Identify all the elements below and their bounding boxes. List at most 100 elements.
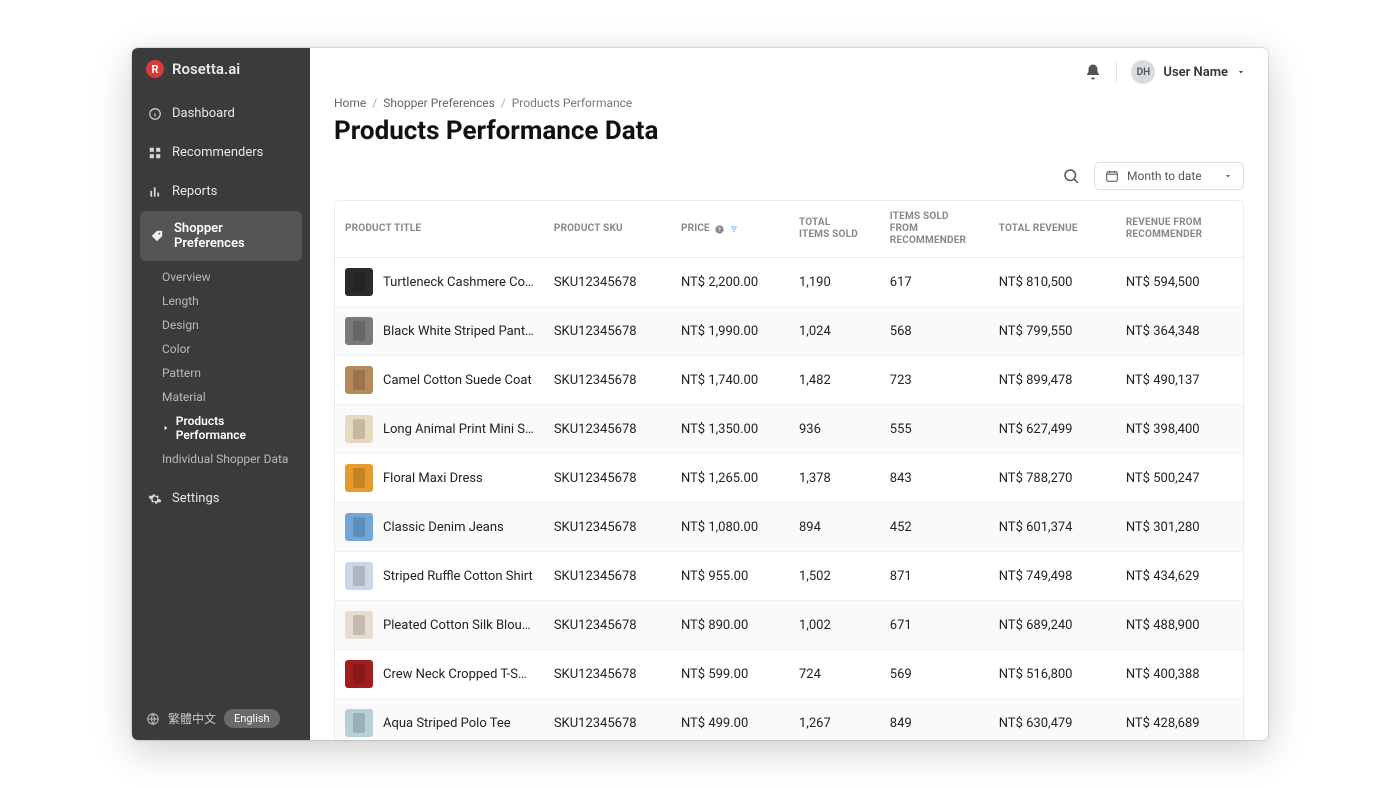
items-sold-recommender: 849 xyxy=(880,699,989,741)
subnav-item-material[interactable]: Material xyxy=(132,385,310,409)
subnav-item-length[interactable]: Length xyxy=(132,289,310,313)
product-thumb xyxy=(345,611,373,639)
subnav-item-overview[interactable]: Overview xyxy=(132,265,310,289)
table-row[interactable]: Long Animal Print Mini Sk… SKU12345678 N… xyxy=(335,405,1243,454)
product-title: Long Animal Print Mini Sk… xyxy=(383,422,534,437)
product-title: Crew Neck Cropped T-S… xyxy=(383,667,527,682)
total-items-sold: 1,190 xyxy=(789,258,880,307)
date-range-picker[interactable]: Month to date xyxy=(1094,162,1244,190)
sidebar: R Rosetta.ai Dashboard Recommenders R xyxy=(132,48,310,740)
sidebar-footer: 繁體中文 English xyxy=(132,697,310,740)
sidebar-item-dashboard[interactable]: Dashboard xyxy=(132,94,310,133)
header-label: TOTAL REVENUE xyxy=(999,223,1078,235)
subnav-item-products-performance[interactable]: Products Performance xyxy=(132,409,310,447)
total-items-sold: 724 xyxy=(789,650,880,699)
total-revenue: NT$ 799,550 xyxy=(989,307,1116,356)
revenue-recommender: NT$ 398,400 xyxy=(1116,405,1243,454)
language-option-en[interactable]: English xyxy=(224,709,280,728)
revenue-recommender: NT$ 400,388 xyxy=(1116,650,1243,699)
total-items-sold: 894 xyxy=(789,503,880,552)
table-row[interactable]: Aqua Striped Polo Tee SKU12345678 NT$ 49… xyxy=(335,699,1243,741)
breadcrumb-shopper-preferences[interactable]: Shopper Preferences xyxy=(383,96,495,110)
notifications-button[interactable] xyxy=(1084,63,1102,81)
product-price: NT$ 1,080.00 xyxy=(671,503,789,552)
product-title: Pleated Cotton Silk Blous… xyxy=(383,618,534,633)
header-label: ITEMS SOLD FROM RECOMMENDER xyxy=(890,211,970,247)
product-title: Turtleneck Cashmere Coat xyxy=(383,275,534,290)
table-row[interactable]: Black White Striped Pant… SKU12345678 NT… xyxy=(335,307,1243,356)
sort-icon xyxy=(627,224,637,234)
date-range-label: Month to date xyxy=(1127,169,1202,183)
subnav-item-design[interactable]: Design xyxy=(132,313,310,337)
svg-text:?: ? xyxy=(718,227,721,233)
col-total-revenue[interactable]: TOTAL REVENUE xyxy=(989,201,1116,258)
total-revenue: NT$ 899,478 xyxy=(989,356,1116,405)
product-thumb xyxy=(345,366,373,394)
total-revenue: NT$ 630,479 xyxy=(989,699,1116,741)
total-revenue: NT$ 810,500 xyxy=(989,258,1116,307)
chevron-down-icon xyxy=(1236,67,1246,77)
product-sku: SKU12345678 xyxy=(544,699,671,741)
product-thumb xyxy=(345,268,373,296)
sort-icon xyxy=(1227,224,1233,234)
product-sku: SKU12345678 xyxy=(544,454,671,503)
products-table: PRODUCT TITLE PRODUCT SKU PRICE ? TOTAL … xyxy=(334,200,1244,740)
sidebar-item-recommenders[interactable]: Recommenders xyxy=(132,133,310,172)
col-items-sold-recommender[interactable]: ITEMS SOLD FROM RECOMMENDER xyxy=(880,201,989,258)
table-row[interactable]: Classic Denim Jeans SKU12345678 NT$ 1,08… xyxy=(335,503,1243,552)
breadcrumb-home[interactable]: Home xyxy=(334,96,366,110)
revenue-recommender: NT$ 594,500 xyxy=(1116,258,1243,307)
col-product-title[interactable]: PRODUCT TITLE xyxy=(335,201,544,258)
product-sku: SKU12345678 xyxy=(544,258,671,307)
app-frame: R Rosetta.ai Dashboard Recommenders R xyxy=(132,48,1268,740)
product-price: NT$ 2,200.00 xyxy=(671,258,789,307)
revenue-recommender: NT$ 364,348 xyxy=(1116,307,1243,356)
col-product-sku[interactable]: PRODUCT SKU xyxy=(544,201,671,258)
product-title: Striped Ruffle Cotton Shirt xyxy=(383,569,533,584)
revenue-recommender: NT$ 500,247 xyxy=(1116,454,1243,503)
sidebar-nav: Dashboard Recommenders Reports Shopper P… xyxy=(132,88,310,524)
sort-icon xyxy=(1082,224,1092,234)
items-sold-recommender: 871 xyxy=(880,552,989,601)
brand-logo-icon: R xyxy=(146,60,164,78)
table-row[interactable]: Floral Maxi Dress SKU12345678 NT$ 1,265.… xyxy=(335,454,1243,503)
col-price[interactable]: PRICE ? xyxy=(671,201,789,258)
header-label: PRICE xyxy=(681,223,710,235)
table-row[interactable]: Turtleneck Cashmere Coat SKU12345678 NT$… xyxy=(335,258,1243,307)
product-title: Camel Cotton Suede Coat xyxy=(383,373,532,388)
total-items-sold: 1,482 xyxy=(789,356,880,405)
language-option-zh[interactable]: 繁體中文 xyxy=(168,710,216,727)
breadcrumb-sep: / xyxy=(372,96,377,110)
toolbar: Month to date xyxy=(334,162,1244,190)
col-revenue-recommender[interactable]: REVENUE FROM RECOMMENDER xyxy=(1116,201,1243,258)
product-thumb xyxy=(345,660,373,688)
divider xyxy=(1116,61,1117,83)
brand: R Rosetta.ai xyxy=(132,48,310,88)
avatar: DH xyxy=(1131,60,1155,84)
table-row[interactable]: Striped Ruffle Cotton Shirt SKU12345678 … xyxy=(335,552,1243,601)
subnav-item-pattern[interactable]: Pattern xyxy=(132,361,310,385)
table-row[interactable]: Pleated Cotton Silk Blous… SKU12345678 N… xyxy=(335,601,1243,650)
sidebar-item-settings[interactable]: Settings xyxy=(132,479,310,518)
breadcrumb-sep: / xyxy=(501,96,506,110)
items-sold-recommender: 723 xyxy=(880,356,989,405)
subnav-label: Design xyxy=(162,318,199,332)
subnav-item-individual-shopper-data[interactable]: Individual Shopper Data xyxy=(132,447,310,471)
user-menu[interactable]: DH User Name xyxy=(1131,60,1246,84)
col-total-items-sold[interactable]: TOTAL ITEMS SOLD xyxy=(789,201,880,258)
items-sold-recommender: 671 xyxy=(880,601,989,650)
sidebar-subnav: Overview Length Design Color Pattern Mat… xyxy=(132,261,310,479)
search-button[interactable] xyxy=(1062,167,1080,185)
total-items-sold: 936 xyxy=(789,405,880,454)
product-sku: SKU12345678 xyxy=(544,552,671,601)
product-price: NT$ 1,740.00 xyxy=(671,356,789,405)
subnav-item-color[interactable]: Color xyxy=(132,337,310,361)
table-row[interactable]: Camel Cotton Suede Coat SKU12345678 NT$ … xyxy=(335,356,1243,405)
search-icon xyxy=(1062,167,1080,185)
total-items-sold: 1,002 xyxy=(789,601,880,650)
chart-icon xyxy=(148,185,162,199)
table-row[interactable]: Crew Neck Cropped T-S… SKU12345678 NT$ 5… xyxy=(335,650,1243,699)
sidebar-item-shopper-preferences[interactable]: Shopper Preferences xyxy=(140,211,302,261)
sidebar-item-reports[interactable]: Reports xyxy=(132,172,310,211)
info-icon xyxy=(148,107,162,121)
